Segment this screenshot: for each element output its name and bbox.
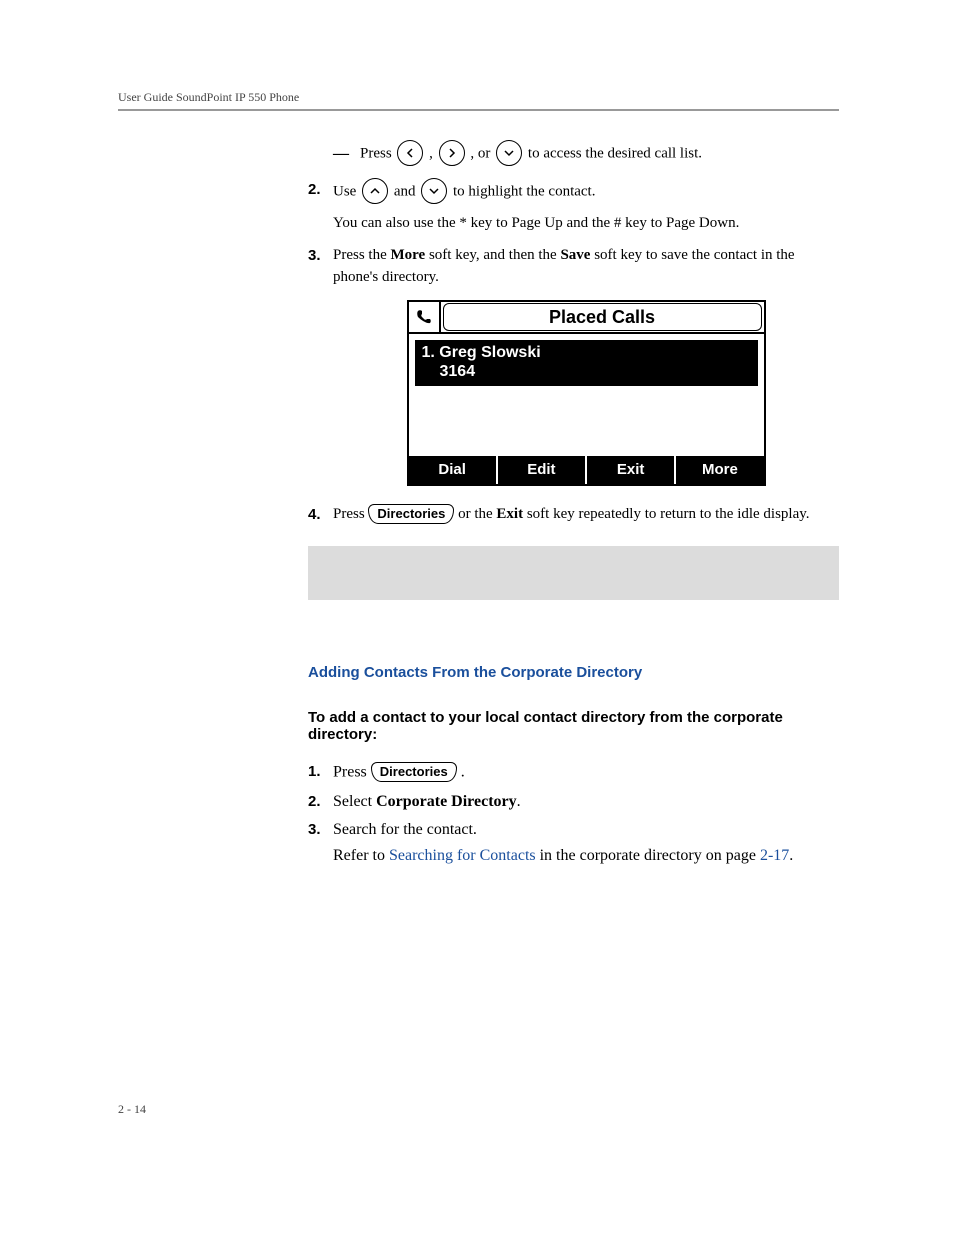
call-row-number: 3164 [422, 363, 751, 381]
page-number: 2 - 14 [118, 1102, 146, 1117]
right-arrow-icon [439, 140, 465, 166]
step-number: 1. [308, 763, 321, 780]
softkey-edit: Edit [498, 456, 587, 484]
text: in the corporate directory on page [536, 847, 760, 864]
phone-call-row-selected: 1. Greg Slowski 3164 [415, 340, 758, 386]
note-placeholder-box [308, 546, 839, 600]
directories-key: Directories [368, 504, 454, 524]
text: soft key, and then the [425, 247, 560, 263]
text: . [789, 847, 793, 864]
phone-screen-figure: Placed Calls 1. Greg Slowski 3164 Dial E… [407, 300, 766, 486]
text: Search for the contact. [333, 821, 839, 839]
text: Refer to [333, 847, 389, 864]
text: Select [333, 793, 376, 810]
text: Use [333, 183, 360, 199]
softkey-save: Save [560, 247, 590, 263]
call-row-name: 1. Greg Slowski [422, 344, 541, 361]
page-header: User Guide SoundPoint IP 550 Phone [118, 90, 839, 105]
phone-handset-icon [409, 302, 441, 332]
softkey-exit: Exit [587, 456, 676, 484]
text: to highlight the contact. [453, 183, 595, 199]
text: or the [458, 506, 496, 522]
step-number: 3. [308, 245, 321, 267]
text: Press [333, 764, 371, 781]
text: Press the [333, 247, 391, 263]
text: . [461, 764, 465, 781]
down-arrow-icon [421, 178, 447, 204]
text: and [394, 183, 419, 199]
step-4: 4. Press Directories or the Exit soft ke… [308, 504, 839, 526]
step-2: 2. Use and to highlight the contact. You… [308, 179, 839, 235]
softkey-more: More [391, 247, 426, 263]
step-number: 4. [308, 504, 321, 526]
phone-softkeys-row: Dial Edit Exit More [409, 456, 764, 484]
text: soft key repeatedly to return to the idl… [523, 506, 809, 522]
down-arrow-icon [496, 140, 522, 166]
step-number: 2. [308, 179, 321, 201]
text: Press [360, 145, 395, 161]
step-number: 2. [308, 793, 321, 810]
section-heading: Adding Contacts From the Corporate Direc… [308, 664, 839, 681]
softkey-dial: Dial [409, 456, 498, 484]
b-step-2: 2. Select Corporate Directory. [308, 793, 839, 811]
step-number: 3. [308, 821, 321, 838]
directories-key: Directories [371, 762, 457, 782]
header-rule [118, 109, 839, 111]
b-step-1: 1. Press Directories . [308, 763, 839, 783]
dash-icon: — [333, 142, 349, 165]
softkey-exit: Exit [496, 506, 523, 522]
text: to access the desired call list. [528, 145, 702, 161]
text: Press [333, 506, 368, 522]
phone-screen-title: Placed Calls [441, 302, 764, 332]
link-page-ref[interactable]: 2-17 [760, 847, 789, 864]
step-2-note: You can also use the * key to Page Up an… [333, 213, 839, 235]
text: , or [470, 145, 494, 161]
up-arrow-icon [362, 178, 388, 204]
text: , [429, 145, 437, 161]
left-arrow-icon [397, 140, 423, 166]
link-searching-for-contacts[interactable]: Searching for Contacts [389, 847, 536, 864]
b-step-3: 3. Search for the contact. Refer to Sear… [308, 821, 839, 865]
softkey-more: More [676, 456, 763, 484]
corporate-directory-label: Corporate Directory [376, 793, 517, 810]
sub-bullet-press-arrows: — Press , , or to access the desired cal… [308, 141, 839, 167]
procedure-heading: To add a contact to your local contact d… [308, 709, 839, 743]
text: . [517, 793, 521, 810]
step-3: 3. Press the More soft key, and then the… [308, 245, 839, 486]
